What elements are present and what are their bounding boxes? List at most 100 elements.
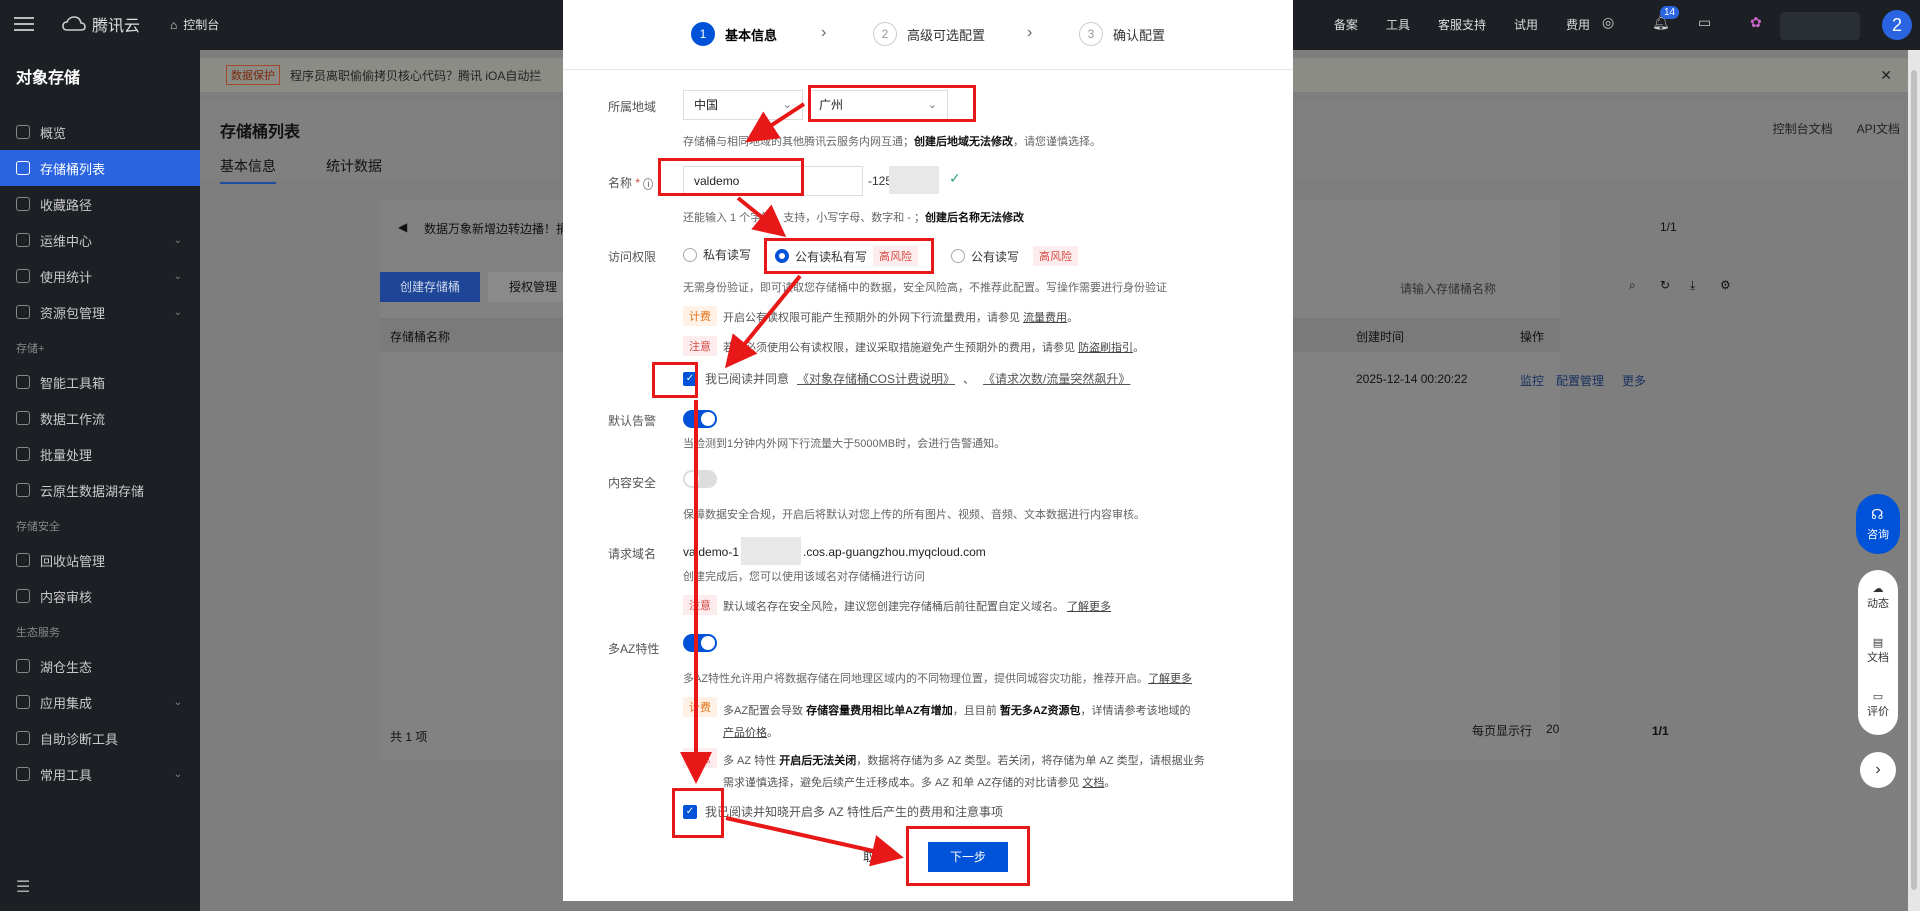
search-icon[interactable]: ⌕ [1629,278,1636,293]
tab-basic-info[interactable]: 基本信息 [220,156,276,184]
sidebar-item-stats[interactable]: 使用统计 ⌄ [0,258,200,294]
row-config-link[interactable]: 配置管理 [1556,372,1604,389]
sidebar-item-toolbox[interactable]: 智能工具箱 [0,364,200,400]
product-price-link[interactable]: 产品价格 [723,727,767,739]
docs-button[interactable]: ▤ 文档 [1858,636,1898,665]
download-icon[interactable]: ⤓ [1690,278,1695,293]
cancel-button[interactable]: 取消 [845,842,905,872]
help-text: 还能输入 1 个字符，支持，小写字母、数字和 - ； [683,212,926,224]
sidebar-item-workflow[interactable]: 数据工作流 [0,400,200,436]
traffic-fee-link[interactable]: 流量费用 [1023,312,1067,324]
chevron-down-icon: ⌄ [782,99,792,111]
scrollbar-thumb[interactable] [1911,70,1917,890]
per-page-select[interactable]: 20 [1546,722,1559,736]
agree-billing-checkbox[interactable]: ✓ 我已阅读并同意 《对象存储桶COS计费说明》、《请求次数/流量突然飙升》 [683,370,1130,387]
announcement-icon: ◀︎ [398,220,408,234]
content-security-label: 内容安全 [608,476,657,490]
row-monitor-link[interactable]: 监控 [1520,372,1544,389]
content-security-toggle[interactable] [683,470,717,488]
notice-text[interactable]: 程序员离职偷偷拷贝核心代码？腾讯 iOA自动拦 [290,67,541,84]
sidebar-item-recycle[interactable]: 回收站管理 [0,542,200,578]
help-text: 开启公有读权限可能产生预期外的外网下行流量费用，请参见 [723,312,1020,324]
learn-more-link[interactable]: 了解更多 [1148,673,1192,685]
console-link[interactable]: ⌂ 控制台 [170,16,219,33]
sidebar-item-batch[interactable]: 批量处理 [0,436,200,472]
help-bold: 存储容量费用相比单AZ有增加 [806,705,953,717]
account-name-blurred[interactable] [1780,12,1860,40]
info-icon[interactable]: i [643,178,654,190]
sidebar-item-bucket-list[interactable]: 存储桶列表 [0,150,200,186]
sidebar-item-overview[interactable]: 概览 [0,114,200,150]
avatar[interactable]: 2 [1882,10,1912,40]
step-label: 高级可选配置 [907,27,986,43]
checkbox-label: 我已阅读并同意 [705,372,790,386]
compass-icon[interactable]: ◎ [1602,14,1614,31]
console-doc-link[interactable]: 控制台文档 [1773,120,1833,137]
nav-tools[interactable]: 工具 [1386,16,1410,33]
row-more-link[interactable]: 更多 [1622,372,1646,389]
sidebar-item-label: 数据工作流 [40,411,106,427]
sidebar: 对象存储 概览 存储桶列表 收藏路径 运维中心 ⌄ 使用统计 ⌄ 资源包管理 ⌄ 存储… [0,50,200,911]
nav-billing[interactable]: 费用 [1566,16,1590,33]
radio-public-read-write[interactable]: 公有读写 高风险 [951,246,1079,266]
step-number: 1 [691,22,715,46]
cart-icon[interactable]: ▭ [1698,14,1711,31]
bucket-search-input[interactable]: 请输入存储桶名称 [1400,280,1496,297]
close-icon[interactable]: ✕ [1880,67,1892,84]
api-doc-link[interactable]: API文档 [1857,120,1900,137]
sidebar-item-lakehouse[interactable]: 湖仓生态 [0,648,200,684]
sidebar-item-diagnose[interactable]: 自助诊断工具 [0,720,200,756]
page-indicator: 1/1 [1652,724,1669,738]
sidebar-item-integration[interactable]: 应用集成 ⌄ [0,684,200,720]
radio-private[interactable]: 私有读写 [683,246,751,263]
sidebar-item-label: 批量处理 [40,447,93,463]
recycle-icon [16,553,30,567]
toolbox-icon [16,375,30,389]
anti-theft-guide-link[interactable]: 防盗刷指引 [1078,342,1133,354]
refresh-icon[interactable]: ↻ [1660,278,1670,292]
consult-button[interactable]: ☊ 咨询 [1856,494,1900,554]
bell-icon[interactable]: 🔔︎ 14 [1652,6,1680,31]
az-doc-link[interactable]: 文档 [1082,777,1104,789]
sidebar-item-ops[interactable]: 运维中心 ⌄ [0,222,200,258]
page-scrollbar[interactable] [1908,50,1920,911]
nav-trial[interactable]: 试用 [1514,16,1538,33]
create-bucket-button[interactable]: 创建存储桶 [380,272,480,302]
multi-az-toggle[interactable] [683,634,717,652]
settings-icon[interactable]: ⚙ [1720,278,1731,292]
hamburger-menu-icon[interactable] [12,14,36,34]
nav-beian[interactable]: 备案 [1334,16,1358,33]
comment-icon: ▭ [1872,691,1884,703]
sidebar-item-audit[interactable]: 内容审核 [0,578,200,614]
region-country-select[interactable]: 中国 ⌄ [683,90,803,120]
annotation-box-region [808,85,976,122]
sidebar-item-favorites[interactable]: 收藏路径 [0,186,200,222]
audit-icon [16,589,30,603]
domain-appid-blurred [741,537,801,565]
chevron-right-icon[interactable]: › [1860,752,1896,788]
col-header-name[interactable]: 存储桶名称 [390,328,450,345]
news-button[interactable]: ☁ 动态 [1858,582,1898,611]
announcement-text[interactable]: 数据万象新增边转边播！捐 [424,220,568,237]
nav-support[interactable]: 客服支持 [1438,16,1486,33]
feedback-button[interactable]: ▭ 评价 [1858,690,1898,719]
col-header-time[interactable]: 创建时间 [1356,328,1404,345]
name-help: 还能输入 1 个字符，支持，小写字母、数字和 - ；创建后名称无法修改 [683,209,1024,225]
agree-multi-az-checkbox[interactable]: ✓ 我已阅读并知晓开启多 AZ 特性后产生的费用和注意事项 [683,803,1003,820]
sidebar-item-packages[interactable]: 资源包管理 ⌄ [0,294,200,330]
note-tag: 注意 [683,336,717,356]
alarm-toggle[interactable] [683,410,717,428]
traffic-spike-doc-link[interactable]: 《请求次数/流量突然飙升》 [983,370,1130,387]
color-logo-icon[interactable]: ✿ [1750,14,1762,31]
headset-icon: ☊ [1871,506,1884,522]
bucket-icon [16,161,30,175]
learn-more-link[interactable]: 了解更多 [1067,601,1111,613]
tab-statistics[interactable]: 统计数据 [326,156,382,184]
sidebar-item-common-tools[interactable]: 常用工具 ⌄ [0,756,200,792]
collapse-sidebar-icon[interactable]: ☰ [16,877,30,897]
domain-label: 请求域名 [608,547,657,561]
tencent-cloud-logo[interactable]: 腾讯云 [62,12,140,36]
billing-doc-link[interactable]: 《对象存储桶COS计费说明》 [797,370,955,387]
sidebar-item-datalake[interactable]: 云原生数据湖存储 [0,472,200,508]
az-note-tag: 注意 [683,748,717,768]
